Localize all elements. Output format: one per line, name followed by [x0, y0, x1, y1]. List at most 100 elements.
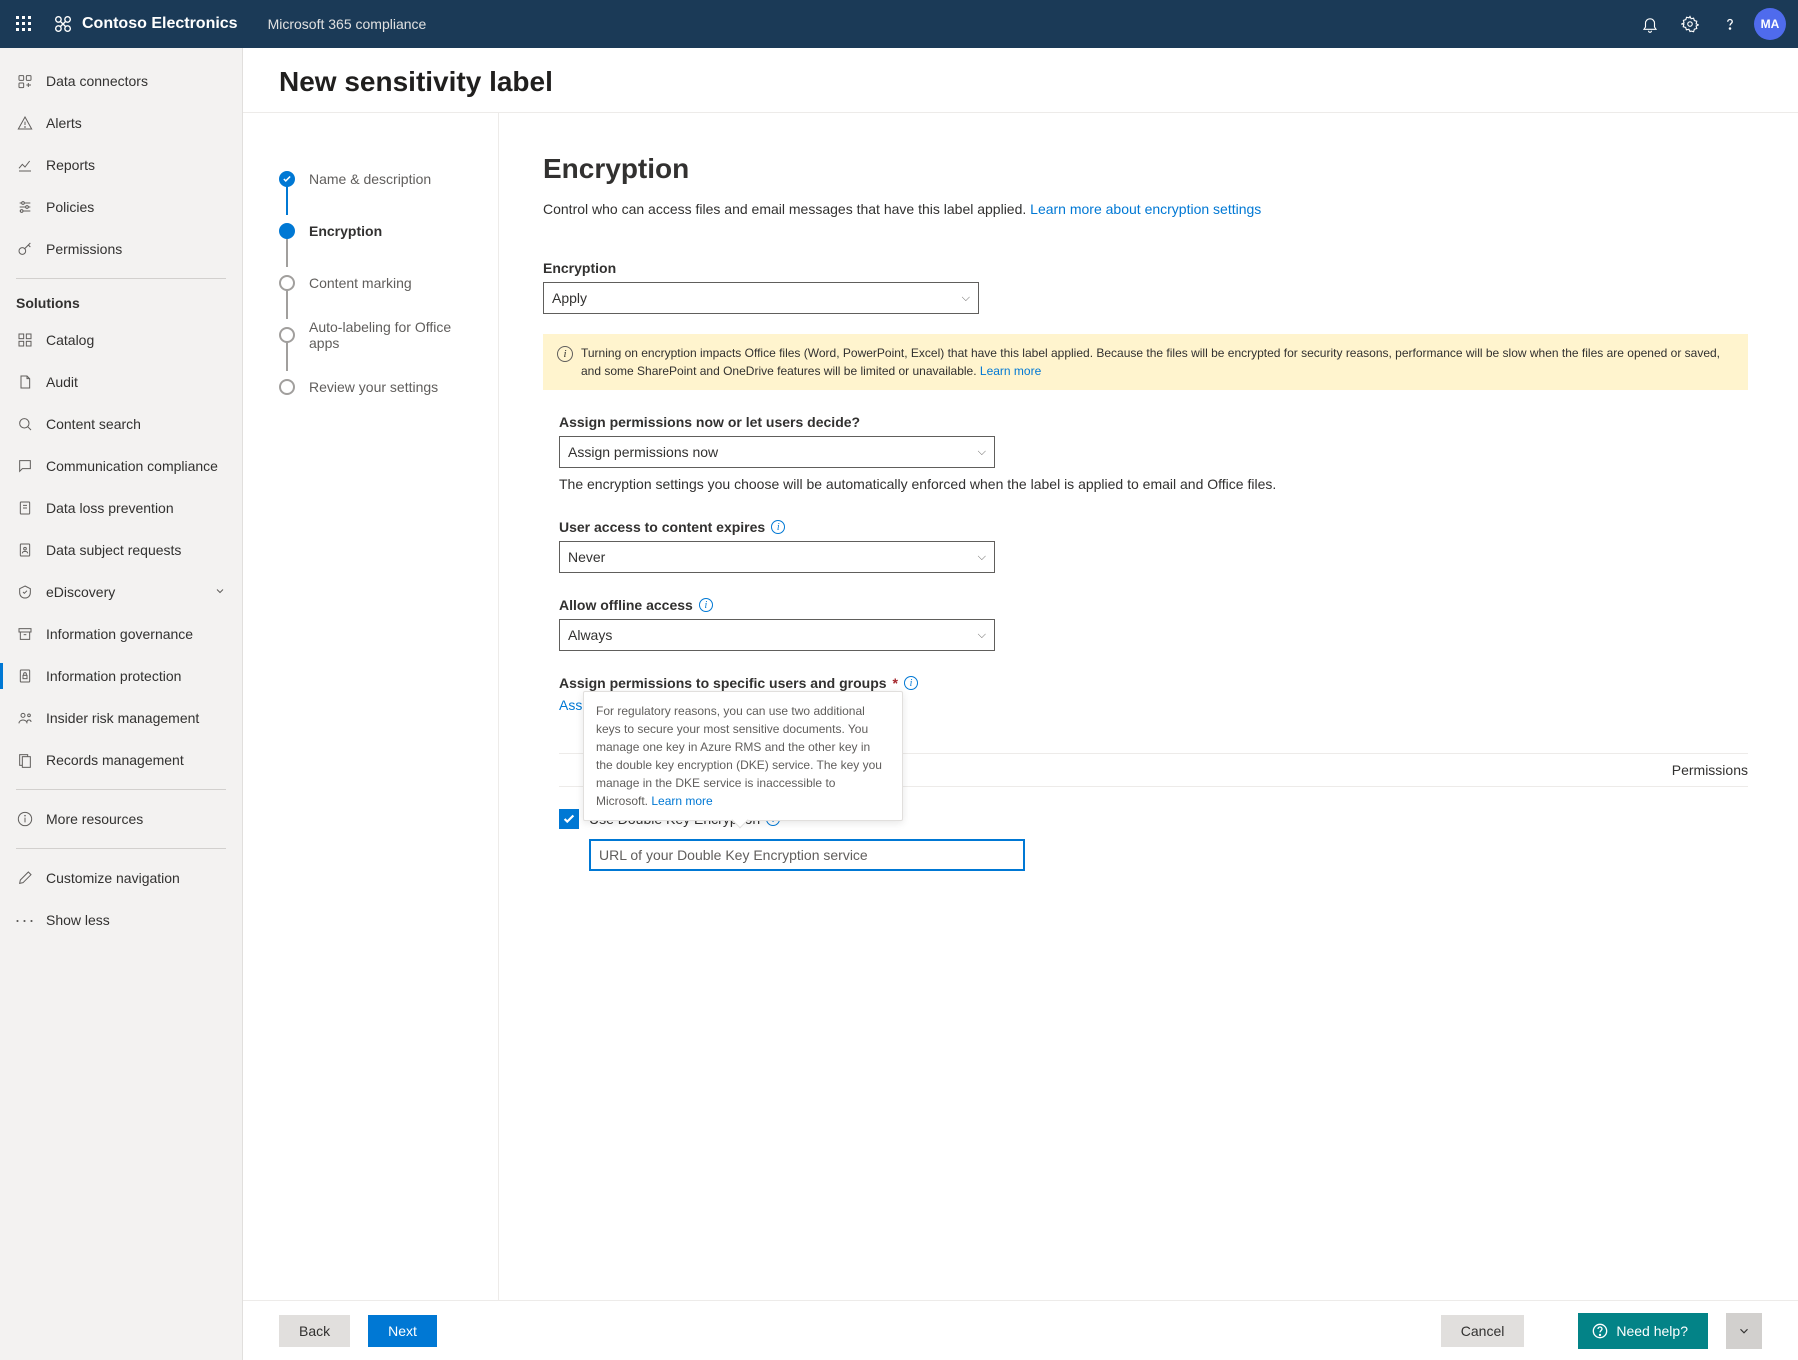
nav-label: Insider risk management: [46, 710, 199, 726]
assign-permissions-select[interactable]: Assign permissions now ⌵: [559, 436, 995, 468]
settings-icon[interactable]: [1670, 4, 1710, 44]
encryption-select[interactable]: Apply ⌵: [543, 282, 979, 314]
dke-url-input[interactable]: [589, 839, 1025, 871]
nav-label: Audit: [46, 374, 78, 390]
step-auto-labeling-for-office-apps[interactable]: Auto-labeling for Office apps: [279, 309, 478, 361]
offline-select[interactable]: Always ⌵: [559, 619, 995, 651]
need-help-button[interactable]: Need help?: [1578, 1313, 1708, 1349]
nav-section-solutions: Solutions: [0, 287, 242, 319]
nav-label: More resources: [46, 811, 143, 827]
link-icon: [16, 72, 34, 90]
info-icon[interactable]: i: [904, 676, 918, 690]
step-name-description[interactable]: Name & description: [279, 153, 478, 205]
chevron-down-icon: ⌵: [978, 551, 986, 564]
nav-label: Data subject requests: [46, 542, 181, 558]
sidebar-item-catalog[interactable]: Catalog: [0, 319, 242, 361]
step-review-your-settings[interactable]: Review your settings: [279, 361, 478, 413]
nav-show-less[interactable]: ··· Show less: [0, 899, 242, 941]
help-icon[interactable]: [1710, 4, 1750, 44]
nav-label: Data loss prevention: [46, 500, 174, 516]
records-icon: [16, 751, 34, 769]
page-header: New sensitivity label: [243, 48, 1798, 113]
chevron-down-icon: ⌵: [978, 629, 986, 642]
cancel-button[interactable]: Cancel: [1441, 1315, 1525, 1347]
sidebar-item-policies[interactable]: Policies: [0, 186, 242, 228]
lock-icon: [16, 667, 34, 685]
nav-label: Catalog: [46, 332, 94, 348]
assign-helper-text: The encryption settings you choose will …: [559, 474, 1748, 495]
sidebar-item-communication-compliance[interactable]: Communication compliance: [0, 445, 242, 487]
doc-icon: [16, 373, 34, 391]
need-help-chevron[interactable]: [1726, 1313, 1762, 1349]
sidebar-item-permissions[interactable]: Permissions: [0, 228, 242, 270]
step-pending-icon: [279, 275, 295, 291]
user-avatar[interactable]: MA: [1754, 8, 1786, 40]
tooltip-learn-more-link[interactable]: Learn more: [651, 794, 712, 808]
archive-icon: [16, 625, 34, 643]
sliders-icon: [16, 198, 34, 216]
nav-label: Policies: [46, 199, 94, 215]
sidebar-item-data-loss-prevention[interactable]: Data loss prevention: [0, 487, 242, 529]
sidebar-item-data-connectors[interactable]: Data connectors: [0, 60, 242, 102]
step-label: Content marking: [309, 275, 412, 291]
sidebar-item-audit[interactable]: Audit: [0, 361, 242, 403]
learn-more-link[interactable]: Learn more about encryption settings: [1030, 201, 1261, 217]
app-launcher-icon[interactable]: [8, 8, 40, 40]
step-label: Review your settings: [309, 379, 438, 395]
next-button[interactable]: Next: [368, 1315, 437, 1347]
step-label: Auto-labeling for Office apps: [309, 319, 478, 351]
step-current-icon: [279, 223, 295, 239]
nav-label: Records management: [46, 752, 184, 768]
sidebar-item-ediscovery[interactable]: eDiscovery: [0, 571, 242, 613]
alert-icon: [16, 114, 34, 132]
step-label: Name & description: [309, 171, 431, 187]
sidebar-item-content-search[interactable]: Content search: [0, 403, 242, 445]
wizard-footer: Back Next Cancel Need help?: [243, 1300, 1798, 1360]
check-icon: [279, 171, 295, 187]
sidebar-item-information-protection[interactable]: Information protection: [0, 655, 242, 697]
dke-checkbox[interactable]: [559, 809, 579, 829]
page-title: New sensitivity label: [279, 66, 1762, 98]
app-name: Microsoft 365 compliance: [268, 16, 427, 32]
nav-label: Alerts: [46, 115, 82, 131]
info-icon[interactable]: i: [771, 520, 785, 534]
nav-label: Permissions: [46, 241, 122, 257]
step-encryption[interactable]: Encryption: [279, 205, 478, 257]
sidebar-item-alerts[interactable]: Alerts: [0, 102, 242, 144]
sidebar-item-insider-risk-management[interactable]: Insider risk management: [0, 697, 242, 739]
chevron-down-icon: ⌵: [978, 446, 986, 459]
field-label-perm: Assign permissions to specific users and…: [559, 675, 1748, 691]
sidebar-item-data-subject-requests[interactable]: Data subject requests: [0, 529, 242, 571]
nav-customize[interactable]: Customize navigation: [0, 857, 242, 899]
wizard-stepper: Name & description Encryption Content mark…: [243, 113, 499, 1300]
edit-icon: [16, 869, 34, 887]
back-button[interactable]: Back: [279, 1315, 350, 1347]
field-label-offline: Allow offline access i: [559, 597, 1748, 613]
nav-label: Information protection: [46, 668, 181, 684]
nav-label: Communication compliance: [46, 458, 218, 474]
chevron-down-icon: [214, 584, 226, 600]
sidebar-item-information-governance[interactable]: Information governance: [0, 613, 242, 655]
intro-text: Control who can access files and email m…: [543, 199, 1748, 220]
infobar-learn-more-link[interactable]: Learn more: [980, 364, 1041, 378]
chevron-down-icon: ⌵: [962, 292, 970, 305]
expire-select[interactable]: Never ⌵: [559, 541, 995, 573]
sidebar-item-records-management[interactable]: Records management: [0, 739, 242, 781]
notifications-icon[interactable]: [1630, 4, 1670, 44]
sidebar-item-reports[interactable]: Reports: [0, 144, 242, 186]
brand-name[interactable]: Contoso Electronics: [82, 15, 238, 33]
nav-label: Reports: [46, 157, 95, 173]
risk-icon: [16, 709, 34, 727]
nav-label: Data connectors: [46, 73, 148, 89]
info-icon: [16, 810, 34, 828]
step-label: Encryption: [309, 223, 382, 239]
top-bar: Contoso Electronics Microsoft 365 compli…: [0, 0, 1798, 48]
shield-icon: [16, 499, 34, 517]
nav-label: Customize navigation: [46, 870, 180, 886]
encryption-info-banner: i Turning on encryption impacts Office f…: [543, 334, 1748, 390]
field-label-encryption: Encryption: [543, 260, 1748, 276]
info-icon[interactable]: i: [699, 598, 713, 612]
section-title: Encryption: [543, 153, 1748, 185]
step-content-marking[interactable]: Content marking: [279, 257, 478, 309]
nav-more-resources[interactable]: More resources: [0, 798, 242, 840]
